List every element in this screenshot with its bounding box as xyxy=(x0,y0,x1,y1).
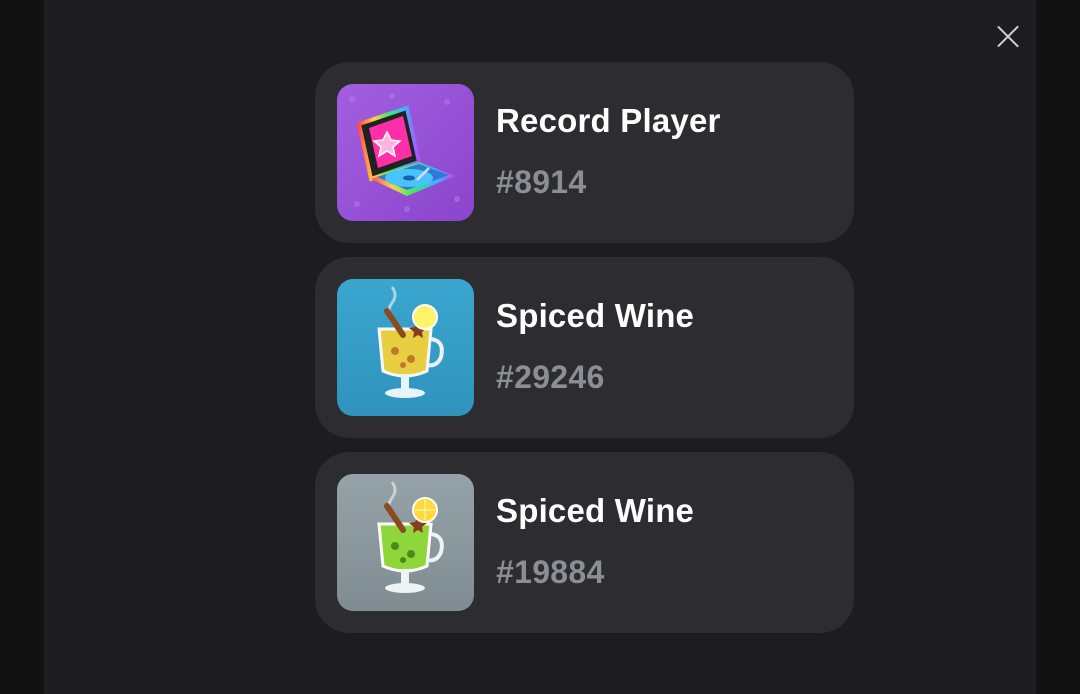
item-title: Record Player xyxy=(496,102,721,139)
list-item[interactable]: Spiced Wine #29246 xyxy=(315,257,854,438)
gift-list-modal: Record Player #8914 Spiced Wine #29246 S… xyxy=(44,0,1036,694)
list-item[interactable]: Spiced Wine #19884 xyxy=(315,452,854,633)
item-number: #8914 xyxy=(496,164,587,200)
list-item[interactable]: Record Player #8914 xyxy=(315,62,854,243)
close-icon[interactable] xyxy=(990,18,1026,54)
item-number: #19884 xyxy=(496,554,605,590)
spiced-wine-icon xyxy=(337,474,474,611)
record-player-icon xyxy=(337,84,474,221)
item-list: Record Player #8914 Spiced Wine #29246 S… xyxy=(315,62,854,647)
item-number: #29246 xyxy=(496,359,605,395)
item-title: Spiced Wine xyxy=(496,297,695,334)
item-title: Spiced Wine xyxy=(496,492,695,529)
spiced-wine-icon xyxy=(337,279,474,416)
